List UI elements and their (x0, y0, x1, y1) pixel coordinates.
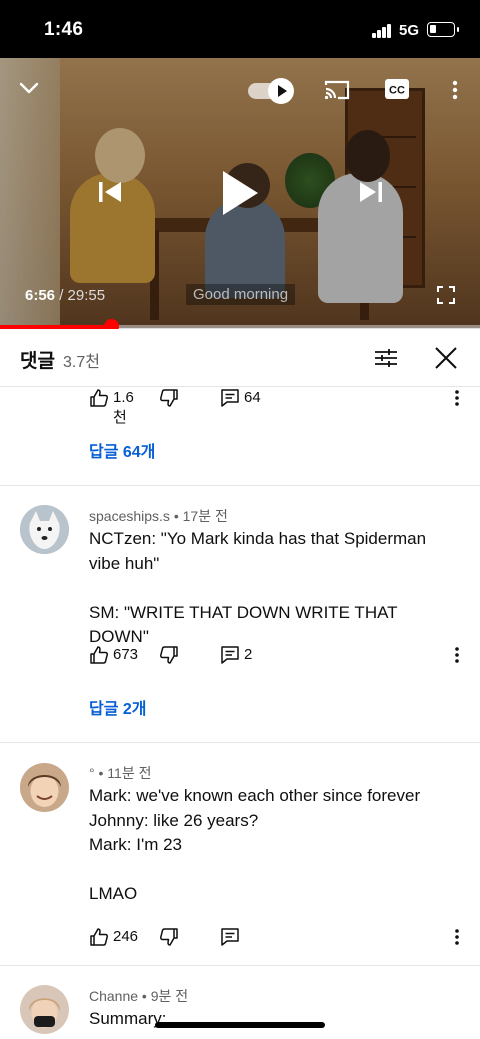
reply-count: 64 (244, 389, 261, 406)
status-bar: 1:46 5G (0, 0, 480, 58)
comment-meta: Channe • 9분 전 (89, 986, 188, 1006)
comments-header: 댓글 3.7천 (0, 329, 480, 387)
svg-text:CC: CC (389, 85, 405, 97)
cast-icon[interactable] (323, 78, 351, 102)
reply-count: 2 (244, 646, 253, 663)
duration: 29:55 (67, 287, 106, 304)
current-time: 6:56 (25, 287, 56, 304)
comment-time: 11분 전 (107, 765, 152, 781)
comment-text: NCTzen: "Yo Mark kinda has that Spiderma… (89, 529, 427, 646)
avatar[interactable] (20, 763, 69, 812)
view-replies-link[interactable]: 답글 64개 (89, 438, 155, 462)
status-time: 1:46 (44, 19, 84, 40)
comment-time: 9분 전 (150, 988, 189, 1004)
video-caption: Good morning (186, 284, 296, 305)
comment-meta: spaceships.s • 17분 전 (89, 506, 228, 526)
previous-video-icon[interactable] (96, 178, 124, 206)
comments-list[interactable]: 1.6천 64 답글 64개 spaceships.s • 17분 전 NCTz… (0, 388, 480, 1039)
comment-time: 17분 전 (182, 508, 228, 524)
autoplay-toggle[interactable] (248, 78, 294, 104)
home-indicator[interactable] (155, 1022, 325, 1028)
divider (0, 965, 480, 966)
comment-author[interactable]: spaceships.s (89, 508, 170, 524)
play-icon[interactable] (218, 168, 262, 218)
like-count: 1.6천 (113, 389, 134, 426)
comment-more-icon[interactable] (449, 927, 465, 947)
collapse-icon[interactable] (17, 78, 41, 98)
comment-text: Mark: we've known each other since forev… (89, 786, 421, 903)
comment-more-icon[interactable] (449, 645, 465, 665)
comment-meta: ° • 11분 전 (89, 763, 151, 783)
reply-icon[interactable] (220, 927, 240, 947)
fullscreen-icon[interactable] (437, 286, 455, 304)
avatar[interactable] (20, 985, 69, 1034)
meta-separator: • (138, 988, 151, 1004)
dislike-icon[interactable] (159, 388, 179, 408)
comments-title: 댓글 (20, 351, 55, 372)
time-readout: 6:56 / 29:55 (25, 287, 105, 304)
comments-count: 3.7천 (63, 354, 100, 371)
comment-more-icon[interactable] (449, 388, 465, 408)
close-icon[interactable] (434, 346, 458, 370)
reply-icon[interactable] (220, 388, 240, 408)
sort-filter-icon[interactable] (374, 346, 398, 370)
battery-icon (427, 22, 459, 37)
time-separator: / (55, 287, 68, 304)
network-type: 5G (399, 22, 420, 39)
like-icon[interactable] (89, 927, 109, 947)
captions-icon[interactable]: CC (385, 79, 409, 99)
meta-separator: • (94, 765, 108, 781)
signal-icon (372, 24, 392, 38)
avatar[interactable] (20, 505, 69, 554)
dislike-icon[interactable] (159, 927, 179, 947)
dislike-icon[interactable] (159, 645, 179, 665)
divider (0, 485, 480, 486)
meta-separator: • (169, 508, 183, 524)
like-count: 673 (113, 646, 139, 663)
view-replies-link[interactable]: 답글 2개 (89, 695, 147, 719)
like-icon[interactable] (89, 388, 109, 408)
like-icon[interactable] (89, 645, 109, 665)
comment-author[interactable]: Channe (89, 988, 138, 1004)
video-player[interactable]: CC 6:56 / 29:55 Good morning (0, 58, 480, 328)
player-more-icon[interactable] (447, 78, 463, 102)
reply-icon[interactable] (220, 645, 240, 665)
next-video-icon[interactable] (357, 178, 385, 206)
divider (0, 742, 480, 743)
like-count: 246 (113, 928, 139, 945)
